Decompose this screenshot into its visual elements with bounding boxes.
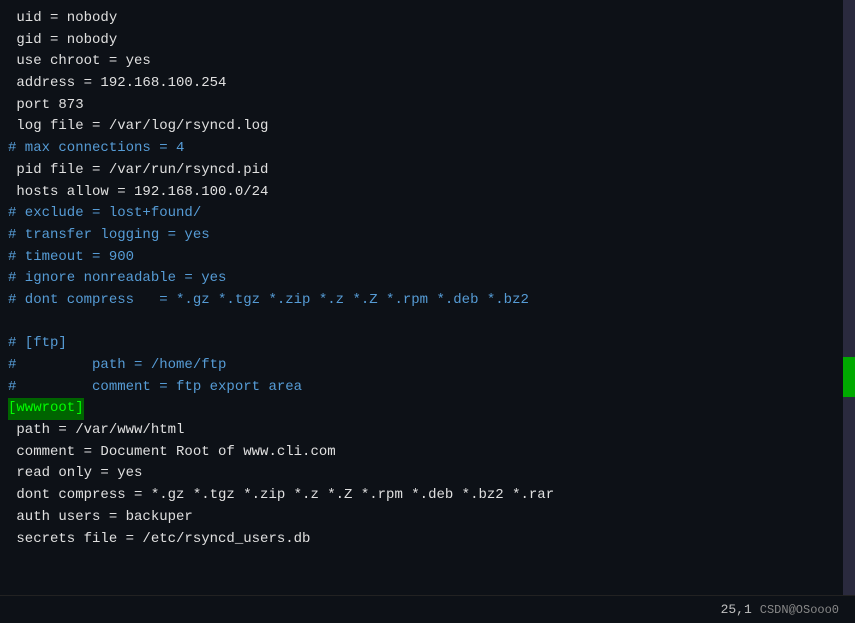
line-content: address = 192.168.100.254 bbox=[8, 73, 226, 95]
line-content: pid file = /var/run/rsyncd.pid bbox=[8, 160, 268, 182]
line-content: # max connections = 4 bbox=[8, 138, 184, 160]
line-content: # exclude = lost+found/ bbox=[8, 203, 201, 225]
line-content: hosts allow = 192.168.100.0/24 bbox=[8, 182, 268, 204]
cursor-position: 25,1 bbox=[721, 602, 752, 617]
line-6: log file = /var/log/rsyncd.log bbox=[8, 116, 855, 138]
line-content: secrets file = /etc/rsyncd_users.db bbox=[8, 529, 310, 551]
line-content: # transfer logging = yes bbox=[8, 225, 210, 247]
line-16: # [ftp] bbox=[8, 333, 855, 355]
line-content: # dont compress = *.gz *.tgz *.zip *.z *… bbox=[8, 290, 529, 312]
line-content: # [ftp] bbox=[8, 333, 67, 355]
line-content: # path = /home/ftp bbox=[8, 355, 226, 377]
line-10: # exclude = lost+found/ bbox=[8, 203, 855, 225]
line-17: # path = /home/ftp bbox=[8, 355, 855, 377]
line-7: # max connections = 4 bbox=[8, 138, 855, 160]
line-content bbox=[8, 312, 16, 334]
line-13: # ignore nonreadable = yes bbox=[8, 268, 855, 290]
line-content: read only = yes bbox=[8, 463, 142, 485]
line-2: gid = nobody bbox=[8, 30, 855, 52]
line-content: dont compress = *.gz *.tgz *.zip *.z *.Z… bbox=[8, 485, 554, 507]
line-5: port 873 bbox=[8, 95, 855, 117]
bracket-label: [wwwroot] bbox=[8, 398, 84, 420]
watermark-text: CSDN@OSooo0 bbox=[760, 603, 839, 617]
line-4: address = 192.168.100.254 bbox=[8, 73, 855, 95]
line-content: gid = nobody bbox=[8, 30, 117, 52]
line-9: hosts allow = 192.168.100.0/24 bbox=[8, 182, 855, 204]
line-21: comment = Document Root of www.cli.com bbox=[8, 442, 855, 464]
line-14: # dont compress = *.gz *.tgz *.zip *.z *… bbox=[8, 290, 855, 312]
line-11: # transfer logging = yes bbox=[8, 225, 855, 247]
code-area[interactable]: uid = nobody gid = nobody use chroot = y… bbox=[0, 0, 855, 595]
line-content: comment = Document Root of www.cli.com bbox=[8, 442, 336, 464]
line-15 bbox=[8, 312, 855, 334]
line-1: uid = nobody bbox=[8, 8, 855, 30]
line-content: # ignore nonreadable = yes bbox=[8, 268, 226, 290]
line-content: port 873 bbox=[8, 95, 84, 117]
scrollbar[interactable] bbox=[843, 0, 855, 595]
line-23: dont compress = *.gz *.tgz *.zip *.z *.Z… bbox=[8, 485, 855, 507]
line-content: # comment = ftp export area bbox=[8, 377, 302, 399]
scrollbar-thumb[interactable] bbox=[843, 357, 855, 397]
line-3: use chroot = yes bbox=[8, 51, 855, 73]
line-12: # timeout = 900 bbox=[8, 247, 855, 269]
line-8: pid file = /var/run/rsyncd.pid bbox=[8, 160, 855, 182]
line-19: [wwwroot] bbox=[8, 398, 855, 420]
line-18: # comment = ftp export area bbox=[8, 377, 855, 399]
line-24: auth users = backuper bbox=[8, 507, 855, 529]
line-22: read only = yes bbox=[8, 463, 855, 485]
line-content: log file = /var/log/rsyncd.log bbox=[8, 116, 268, 138]
line-25: secrets file = /etc/rsyncd_users.db bbox=[8, 529, 855, 551]
editor-window: uid = nobody gid = nobody use chroot = y… bbox=[0, 0, 855, 623]
line-content: path = /var/www/html bbox=[8, 420, 184, 442]
line-content: uid = nobody bbox=[8, 8, 117, 30]
line-content: use chroot = yes bbox=[8, 51, 151, 73]
status-bar: 25,1 CSDN@OSooo0 bbox=[0, 595, 855, 623]
line-content: auth users = backuper bbox=[8, 507, 193, 529]
line-20: path = /var/www/html bbox=[8, 420, 855, 442]
line-content: # timeout = 900 bbox=[8, 247, 134, 269]
